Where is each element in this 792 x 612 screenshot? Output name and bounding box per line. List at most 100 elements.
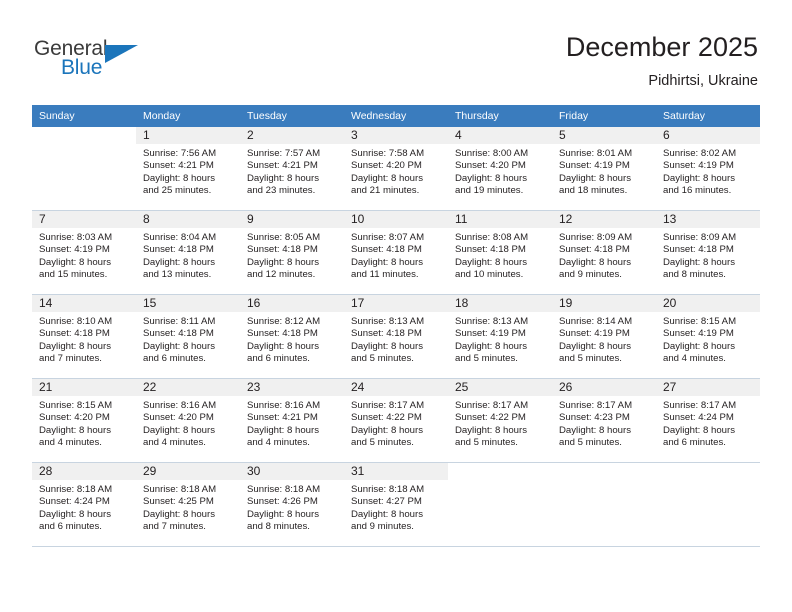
daylight-text-line1: Daylight: 8 hours [39, 340, 111, 352]
daylight-text-line1: Daylight: 8 hours [455, 172, 527, 184]
daylight-text-line1: Daylight: 8 hours [559, 340, 631, 352]
brand-name-blue: Blue [61, 56, 103, 79]
calendar-day-cell[interactable]: 5 Sunrise: 8:01 AM Sunset: 4:19 PM Daylight… [552, 127, 656, 211]
calendar-day-cell[interactable]: 9 Sunrise: 8:05 AM Sunset: 4:18 PM Daylight… [240, 210, 344, 295]
daylight-text-line2: and 8 minutes. [247, 521, 310, 533]
sunset-text: Sunset: 4:19 PM [559, 328, 630, 340]
calendar-day-cell[interactable]: 1 Sunrise: 7:56 AM Sunset: 4:21 PM Daylight… [136, 127, 240, 211]
calendar-day-cell[interactable]: 8 Sunrise: 8:04 AM Sunset: 4:18 PM Daylight… [136, 210, 240, 295]
daylight-text-line2: and 18 minutes. [559, 185, 628, 197]
day-info: Sunrise: 8:05 AM Sunset: 4:18 PM Daylight:… [240, 228, 344, 282]
daylight-text-line2: and 16 minutes. [663, 185, 732, 197]
calendar-day-cell[interactable]: 20 Sunrise: 8:15 AM Sunset: 4:19 PM Dayligh… [656, 294, 760, 379]
calendar-day-cell[interactable]: 11 Sunrise: 8:08 AM Sunset: 4:18 PM Dayligh… [448, 210, 552, 295]
daylight-text-line1: Daylight: 8 hours [559, 172, 631, 184]
day-cell-inner: 12 Sunrise: 8:09 AM Sunset: 4:18 PM Dayligh… [552, 211, 656, 294]
day-number: 8 [136, 211, 240, 228]
calendar-day-cell[interactable]: 27 Sunrise: 8:17 AM Sunset: 4:24 PM Dayligh… [656, 378, 760, 463]
calendar-day-cell[interactable]: 24 Sunrise: 8:17 AM Sunset: 4:22 PM Dayligh… [344, 378, 448, 463]
sunset-text: Sunset: 4:18 PM [143, 244, 214, 256]
calendar-day-cell[interactable]: 15 Sunrise: 8:11 AM Sunset: 4:18 PM Dayligh… [136, 294, 240, 379]
day-cell-inner: 14 Sunrise: 8:10 AM Sunset: 4:18 PM Dayligh… [32, 295, 136, 378]
calendar-day-cell[interactable]: 18 Sunrise: 8:13 AM Sunset: 4:19 PM Dayligh… [448, 294, 552, 379]
calendar-day-cell[interactable]: 13 Sunrise: 8:09 AM Sunset: 4:18 PM Dayligh… [656, 210, 760, 295]
day-cell-inner: 5 Sunrise: 8:01 AM Sunset: 4:19 PM Daylight… [552, 127, 656, 210]
daylight-text-line2: and 13 minutes. [143, 269, 212, 281]
calendar-day-cell[interactable]: 19 Sunrise: 8:14 AM Sunset: 4:19 PM Dayligh… [552, 294, 656, 379]
calendar-day-cell[interactable]: 31 Sunrise: 8:18 AM Sunset: 4:27 PM Dayligh… [344, 462, 448, 547]
day-number [656, 463, 760, 480]
day-number: 3 [344, 127, 448, 144]
day-cell-inner: 21 Sunrise: 8:15 AM Sunset: 4:20 PM Dayligh… [32, 379, 136, 462]
day-number: 20 [656, 295, 760, 312]
daylight-text-line2: and 10 minutes. [455, 269, 524, 281]
brand-logo[interactable]: General Blue [34, 38, 154, 84]
calendar-day-cell[interactable]: 28 Sunrise: 8:18 AM Sunset: 4:24 PM Dayligh… [32, 462, 136, 547]
daylight-text-line2: and 25 minutes. [143, 185, 212, 197]
daylight-text-line2: and 4 minutes. [247, 437, 310, 449]
daylight-text-line1: Daylight: 8 hours [351, 424, 423, 436]
calendar-day-cell[interactable]: 6 Sunrise: 8:02 AM Sunset: 4:19 PM Daylight… [656, 127, 760, 211]
calendar-day-cell[interactable]: 2 Sunrise: 7:57 AM Sunset: 4:21 PM Daylight… [240, 127, 344, 211]
sunrise-text: Sunrise: 8:18 AM [351, 484, 425, 495]
calendar-day-cell[interactable]: 29 Sunrise: 8:18 AM Sunset: 4:25 PM Dayligh… [136, 462, 240, 547]
sunset-text: Sunset: 4:20 PM [351, 160, 422, 172]
sunset-text: Sunset: 4:21 PM [247, 160, 318, 172]
daylight-text-line2: and 5 minutes. [351, 353, 414, 365]
daylight-text-line2: and 15 minutes. [39, 269, 108, 281]
sunrise-text: Sunrise: 8:17 AM [351, 400, 425, 411]
sunrise-text: Sunrise: 8:15 AM [39, 400, 113, 411]
sunrise-text: Sunrise: 8:12 AM [247, 316, 321, 327]
calendar-day-cell[interactable]: 23 Sunrise: 8:16 AM Sunset: 4:21 PM Dayligh… [240, 378, 344, 463]
day-info: Sunrise: 8:16 AM Sunset: 4:21 PM Daylight:… [240, 396, 344, 450]
day-info: Sunrise: 8:17 AM Sunset: 4:22 PM Daylight:… [448, 396, 552, 450]
calendar-day-cell[interactable]: 17 Sunrise: 8:13 AM Sunset: 4:18 PM Dayligh… [344, 294, 448, 379]
day-cell-inner: 16 Sunrise: 8:12 AM Sunset: 4:18 PM Dayligh… [240, 295, 344, 378]
calendar-week-row: 7 Sunrise: 8:03 AM Sunset: 4:19 PM Daylight… [32, 210, 760, 295]
calendar-day-cell[interactable]: 7 Sunrise: 8:03 AM Sunset: 4:19 PM Daylight… [32, 210, 136, 295]
day-number: 25 [448, 379, 552, 396]
daylight-text-line1: Daylight: 8 hours [455, 340, 527, 352]
daylight-text-line1: Daylight: 8 hours [143, 340, 215, 352]
sunset-text: Sunset: 4:19 PM [663, 160, 734, 172]
calendar-day-cell[interactable]: 26 Sunrise: 8:17 AM Sunset: 4:23 PM Dayligh… [552, 378, 656, 463]
day-number: 23 [240, 379, 344, 396]
day-info: Sunrise: 8:09 AM Sunset: 4:18 PM Daylight:… [656, 228, 760, 282]
calendar-day-cell[interactable]: 3 Sunrise: 7:58 AM Sunset: 4:20 PM Daylight… [344, 127, 448, 211]
calendar-day-cell[interactable]: 10 Sunrise: 8:07 AM Sunset: 4:18 PM Dayligh… [344, 210, 448, 295]
day-number: 1 [136, 127, 240, 144]
sunset-text: Sunset: 4:26 PM [247, 496, 318, 508]
daylight-text-line2: and 21 minutes. [351, 185, 420, 197]
calendar-week-row: 28 Sunrise: 8:18 AM Sunset: 4:24 PM Dayligh… [32, 462, 760, 547]
sunset-text: Sunset: 4:20 PM [39, 412, 110, 424]
day-info: Sunrise: 8:02 AM Sunset: 4:19 PM Daylight:… [656, 144, 760, 198]
calendar-day-cell[interactable]: 12 Sunrise: 8:09 AM Sunset: 4:18 PM Dayligh… [552, 210, 656, 295]
day-info: Sunrise: 8:03 AM Sunset: 4:19 PM Daylight:… [32, 228, 136, 282]
calendar-day-cell[interactable]: 16 Sunrise: 8:12 AM Sunset: 4:18 PM Dayligh… [240, 294, 344, 379]
daylight-text-line1: Daylight: 8 hours [351, 340, 423, 352]
day-number: 26 [552, 379, 656, 396]
calendar-day-cell[interactable]: 4 Sunrise: 8:00 AM Sunset: 4:20 PM Daylight… [448, 127, 552, 211]
daylight-text-line1: Daylight: 8 hours [143, 172, 215, 184]
calendar-day-cell-empty [32, 127, 136, 211]
daylight-text-line1: Daylight: 8 hours [247, 508, 319, 520]
daylight-text-line1: Daylight: 8 hours [143, 508, 215, 520]
sunrise-text: Sunrise: 8:08 AM [455, 232, 529, 243]
daylight-text-line2: and 5 minutes. [351, 437, 414, 449]
day-number: 13 [656, 211, 760, 228]
page-header: General Blue December 2025 Pidhirtsi, Uk… [0, 0, 792, 100]
calendar-day-cell[interactable]: 14 Sunrise: 8:10 AM Sunset: 4:18 PM Dayligh… [32, 294, 136, 379]
calendar-day-cell[interactable]: 25 Sunrise: 8:17 AM Sunset: 4:22 PM Dayligh… [448, 378, 552, 463]
day-info: Sunrise: 8:15 AM Sunset: 4:19 PM Daylight:… [656, 312, 760, 366]
day-number [32, 127, 136, 144]
sunrise-text: Sunrise: 7:58 AM [351, 148, 425, 159]
calendar-day-cell[interactable]: 22 Sunrise: 8:16 AM Sunset: 4:20 PM Dayligh… [136, 378, 240, 463]
calendar-day-cell[interactable]: 21 Sunrise: 8:15 AM Sunset: 4:20 PM Dayligh… [32, 378, 136, 463]
daylight-text-line1: Daylight: 8 hours [663, 172, 735, 184]
sunset-text: Sunset: 4:25 PM [143, 496, 214, 508]
sunset-text: Sunset: 4:20 PM [455, 160, 526, 172]
calendar-day-cell[interactable]: 30 Sunrise: 8:18 AM Sunset: 4:26 PM Dayligh… [240, 462, 344, 547]
day-cell-inner: 1 Sunrise: 7:56 AM Sunset: 4:21 PM Daylight… [136, 127, 240, 210]
sunset-text: Sunset: 4:18 PM [559, 244, 630, 256]
day-cell-inner: 13 Sunrise: 8:09 AM Sunset: 4:18 PM Dayligh… [656, 211, 760, 294]
